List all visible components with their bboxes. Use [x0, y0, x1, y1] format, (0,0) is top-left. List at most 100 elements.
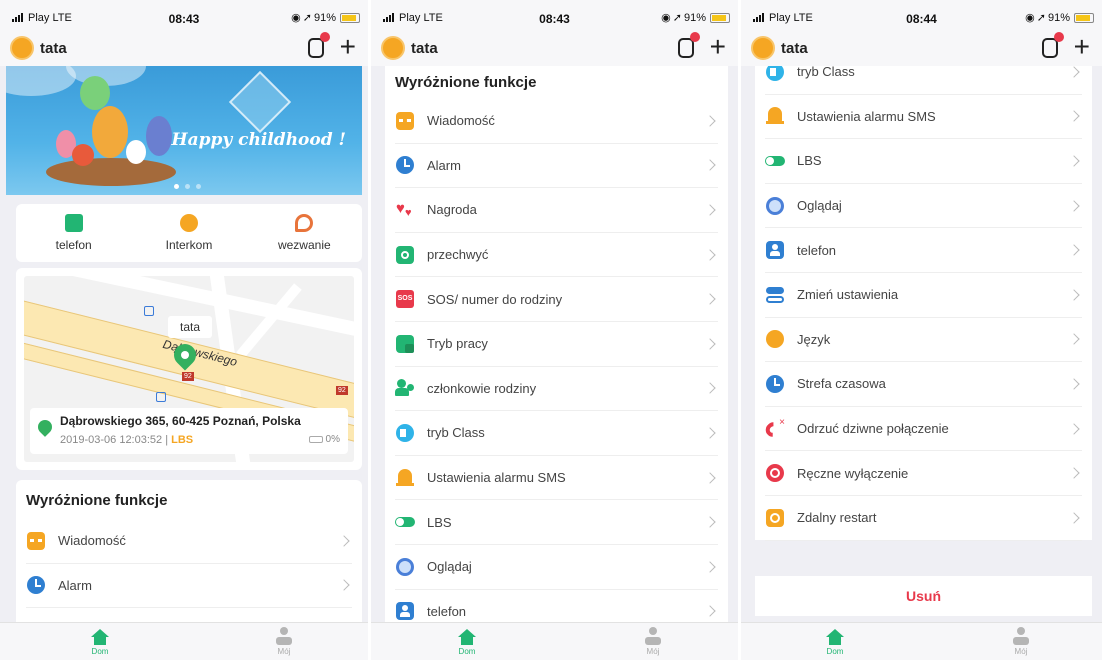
- chevron-right-icon: [1068, 155, 1080, 167]
- person-icon: [1013, 627, 1029, 645]
- list-item[interactable]: Tryb pracy: [395, 322, 718, 367]
- list-item-label: telefon: [427, 603, 467, 619]
- list-item-label: Oglądaj: [427, 559, 472, 575]
- clock: 08:43: [539, 12, 570, 26]
- tab-home[interactable]: Dom: [805, 627, 865, 656]
- list-item[interactable]: LBS: [395, 500, 718, 545]
- list-item-label: LBS: [797, 153, 822, 169]
- list-item-label: Alarm: [58, 577, 92, 593]
- home-content: Happy childhood ! telefon Interkom wezwa…: [0, 66, 368, 622]
- tab-home[interactable]: Dom: [70, 627, 130, 656]
- quick-action-label: Interkom: [165, 238, 213, 252]
- feature-list: Wiadomość Alarm: [26, 519, 352, 609]
- settings-content: tryb Class Ustawienia alarmu SMS LBS Ogląda…: [741, 66, 1102, 660]
- route-number: 92: [336, 386, 348, 395]
- camera-icon: [395, 245, 415, 265]
- list-item[interactable]: przechwyć: [395, 233, 718, 278]
- list-item-label: telefon: [797, 242, 837, 258]
- home-icon: [458, 629, 476, 645]
- person-icon: [645, 627, 661, 645]
- avatar[interactable]: [10, 36, 34, 60]
- status-bar: Play LTE 08:43 ◉ ➚ 91%: [371, 0, 738, 30]
- battery-icon: [1074, 12, 1094, 23]
- avatar[interactable]: [381, 36, 405, 60]
- list-item[interactable]: × Odrzuć dziwne połączenie: [762, 407, 1082, 452]
- platform-graphic: [46, 158, 176, 186]
- list-item[interactable]: Ustawienia alarmu SMS: [395, 456, 718, 501]
- carrier: Play LTE: [753, 12, 813, 24]
- list-item[interactable]: tryb Class: [765, 66, 1082, 95]
- list-item[interactable]: SOS SOS/ numer do rodziny: [395, 277, 718, 322]
- list-item-label: Nagroda: [427, 202, 477, 218]
- banner[interactable]: Happy childhood !: [6, 66, 362, 195]
- chevron-right-icon: [704, 293, 716, 305]
- watch-icon[interactable]: [678, 32, 700, 58]
- quick-action-wezwanie[interactable]: wezwanie: [247, 204, 362, 262]
- home-icon: [91, 629, 109, 645]
- chevron-right-icon: [704, 427, 716, 439]
- tab-me[interactable]: Mój: [623, 627, 683, 656]
- add-button[interactable]: +: [1074, 32, 1090, 62]
- chevron-right-icon: [1068, 378, 1080, 390]
- list-item[interactable]: członkowie rodziny: [395, 367, 718, 412]
- list-item[interactable]: Oglądaj: [395, 545, 718, 590]
- battery-percent: 0%: [325, 434, 340, 445]
- list-item[interactable]: telefon: [765, 228, 1082, 273]
- list-item[interactable]: Strefa czasowa: [765, 362, 1082, 407]
- carrier-label: Play LTE: [399, 12, 443, 24]
- watch-icon[interactable]: [308, 32, 330, 58]
- add-button[interactable]: +: [340, 32, 356, 62]
- tab-me[interactable]: Mój: [991, 627, 1051, 656]
- list-item[interactable]: LBS: [765, 139, 1082, 184]
- device-name[interactable]: tata: [411, 40, 438, 57]
- list-item[interactable]: Oglądaj: [765, 184, 1082, 229]
- list-item[interactable]: Alarm: [395, 144, 718, 189]
- quick-actions: telefon Interkom wezwanie: [16, 204, 362, 262]
- carrier-label: Play LTE: [28, 12, 72, 24]
- delete-button[interactable]: Usuń: [755, 576, 1092, 616]
- list-item[interactable]: Język: [765, 318, 1082, 363]
- list-item[interactable]: Zmień ustawienia: [765, 273, 1082, 318]
- list-item-label: przechwyć: [427, 247, 489, 263]
- list-item[interactable]: tryb Class: [395, 411, 718, 456]
- address-text: Dąbrowskiego 365, 60-425 Poznań, Polska: [60, 414, 301, 428]
- list-item[interactable]: Zdalny restart: [765, 496, 1082, 541]
- location-card[interactable]: Dąbrowskiego 92 92 tata Dąbrowskiego 365…: [16, 268, 362, 470]
- signal-icon: [12, 13, 26, 22]
- list-item[interactable]: Wiadomość: [395, 99, 718, 144]
- clock: 08:43: [168, 12, 200, 26]
- battery-percent: 91%: [1047, 11, 1070, 24]
- list-item[interactable]: Ustawienia alarmu SMS: [765, 95, 1082, 140]
- notification-dot: [1054, 32, 1064, 42]
- battery-icon: [340, 12, 360, 23]
- tab-me[interactable]: Mój: [254, 627, 314, 656]
- features-content: Wyróżnione funkcje Wiadomość Alarm ♥ ♥ Nagro…: [371, 66, 738, 622]
- quick-action-interkom[interactable]: Interkom: [131, 204, 246, 262]
- list-item[interactable]: Alarm: [26, 564, 352, 609]
- tab-home[interactable]: Dom: [437, 627, 497, 656]
- list-item[interactable]: Wiadomość: [26, 519, 352, 564]
- list-item-label: LBS: [427, 514, 452, 530]
- clock-icon: [765, 374, 785, 394]
- chevron-right-icon: [1068, 199, 1080, 212]
- chat-bubble-icon: [179, 214, 198, 232]
- list-item[interactable]: Ręczne wyłączenie: [765, 451, 1082, 496]
- device-name[interactable]: tata: [781, 40, 808, 57]
- list-item[interactable]: telefon: [395, 590, 718, 622]
- tab-label: Dom: [826, 647, 844, 656]
- map[interactable]: Dąbrowskiego 92 92 tata Dąbrowskiego 365…: [24, 276, 354, 462]
- device-name[interactable]: tata: [40, 40, 67, 57]
- speaker-icon: [765, 66, 785, 82]
- watch-icon[interactable]: [1042, 32, 1064, 58]
- contacts-icon: [395, 601, 415, 621]
- add-button[interactable]: +: [710, 32, 726, 62]
- settings-list: tryb Class Ustawienia alarmu SMS LBS Ogląda…: [762, 66, 1082, 541]
- quick-action-telefon[interactable]: telefon: [16, 204, 131, 262]
- address-panel[interactable]: Dąbrowskiego 365, 60-425 Poznań, Polska …: [30, 408, 348, 454]
- bus-stop-icon: [144, 306, 154, 316]
- avatar[interactable]: [751, 36, 775, 60]
- chevron-right-icon: [1068, 66, 1080, 78]
- list-item[interactable]: ♥ ♥ Nagroda: [395, 188, 718, 233]
- battery-icon: [308, 436, 323, 443]
- location-pin-icon: [35, 417, 55, 437]
